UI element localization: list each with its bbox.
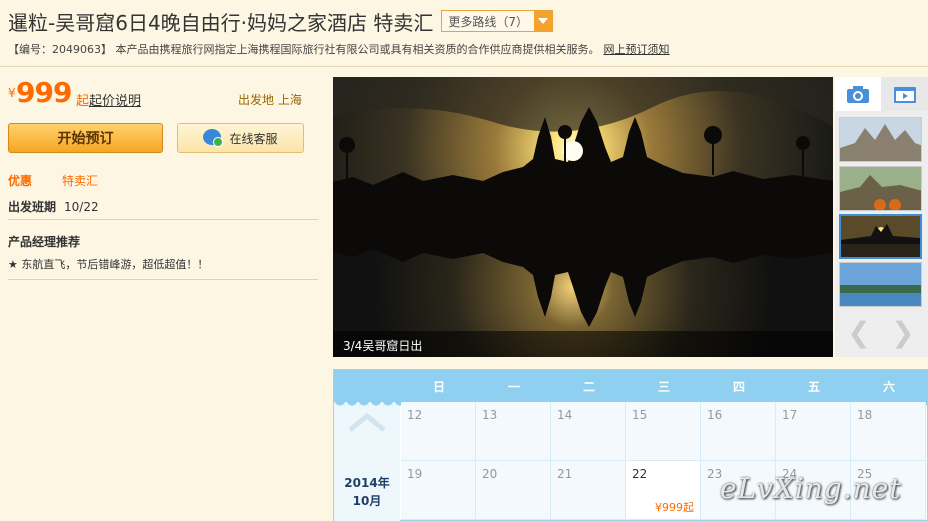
calendar-day-price: ¥999起 <box>655 501 694 514</box>
thumbnail-3-active[interactable] <box>839 214 922 259</box>
promo-value[interactable]: 特卖汇 <box>62 174 98 188</box>
calendar-date: 19 <box>407 467 423 481</box>
calendar-date: 12 <box>407 408 423 422</box>
calendar-day: 20 <box>476 461 551 520</box>
schedule-label: 出发班期 <box>8 200 57 214</box>
chevron-down-icon[interactable] <box>534 11 553 31</box>
calendar-month: 10月 <box>352 494 382 508</box>
thumbnail-image <box>840 167 921 210</box>
next-thumbnail-button[interactable]: ❯ <box>883 316 923 349</box>
more-routes-dropdown[interactable]: 更多路线（7） <box>441 10 554 32</box>
calendar-day: 19 <box>401 461 476 520</box>
calendar-day: 13 <box>476 402 551 461</box>
thumbnail-image <box>840 118 921 161</box>
weekday-label: 二 <box>582 380 595 394</box>
schedule-value: 10/22 <box>64 200 99 214</box>
price-suffix: 起 <box>76 94 90 109</box>
schedule-row: 出发班期 10/22 <box>8 198 99 215</box>
divider <box>0 66 928 67</box>
thumbnail-1[interactable] <box>839 117 922 162</box>
divider <box>8 219 318 220</box>
start-booking-button[interactable]: 开始预订 <box>8 123 163 153</box>
weekday-label: 日 <box>432 380 445 394</box>
weekday-label: 一 <box>507 380 520 394</box>
price-amount: 999 <box>16 76 72 109</box>
thumbnail-4[interactable] <box>839 262 922 307</box>
calendar-date: 14 <box>557 408 573 422</box>
main-photo[interactable]: 3/4吴哥窟日出 <box>333 77 833 357</box>
title-row: 暹粒-吴哥窟6日4晚自由行·妈妈之家酒店 特卖汇 更多路线（7） <box>8 8 554 35</box>
video-icon <box>893 87 916 103</box>
calendar-year: 2014年 <box>344 476 390 490</box>
calendar-day: 17 <box>776 402 851 461</box>
calendar-month-label: 2014年 10月 <box>334 474 400 510</box>
weekday-label: 五 <box>807 380 820 394</box>
more-routes-label: 更多路线（7） <box>448 14 529 29</box>
video-tab[interactable] <box>881 77 928 111</box>
photo-tab[interactable] <box>835 77 881 111</box>
thumbnail-2[interactable] <box>839 166 922 211</box>
calendar-day: 18 <box>851 402 926 461</box>
calendar-day: 14 <box>551 402 626 461</box>
recommendation-text: ★ 东航直飞，节后错峰游，超低超值！！ <box>8 258 209 271</box>
recommendation-title: 产品经理推荐 <box>8 235 81 249</box>
angkor-sunrise-image <box>333 77 833 357</box>
calendar-date: 13 <box>482 408 498 422</box>
product-id-text: 【编号：2049063】 本产品由携程旅行网指定上海携程国际旅行社有限公司或具有… <box>8 43 600 56</box>
calendar-weekday-header: 日 一 二 三 四 五 六 <box>334 370 928 402</box>
product-subtitle: 【编号：2049063】 本产品由携程旅行网指定上海携程国际旅行社有限公司或具有… <box>8 41 669 57</box>
calendar-date: 15 <box>632 408 648 422</box>
price-row: ¥ 999 起 起价说明 出发地 上海 <box>8 76 318 109</box>
calendar-day-available[interactable]: 22 ¥999起 <box>626 461 701 520</box>
calendar-day: 12 <box>401 402 476 461</box>
calendar-date: 21 <box>557 467 573 481</box>
page-title: 暹粒-吴哥窟6日4晚自由行·妈妈之家酒店 特卖汇 <box>8 10 434 35</box>
weekday-label: 六 <box>882 380 895 394</box>
chat-icon <box>203 129 225 147</box>
price-note-link[interactable]: 起价说明 <box>89 90 141 109</box>
currency-symbol: ¥ <box>8 86 16 100</box>
calendar-day: 21 <box>551 461 626 520</box>
thumbnail-image <box>840 263 921 306</box>
weekday-label: 四 <box>732 380 745 394</box>
departure-city: 出发地 上海 <box>238 93 302 107</box>
thumbnail-image <box>841 216 920 257</box>
chevron-up-icon[interactable] <box>348 412 386 432</box>
calendar-date: 17 <box>782 408 798 422</box>
thumbnail-strip: ❮ ❯ <box>835 77 928 357</box>
prev-thumbnail-button[interactable]: ❮ <box>839 316 879 349</box>
divider <box>8 279 318 280</box>
online-service-button[interactable]: 在线客服 <box>177 123 304 153</box>
calendar-date: 22 <box>632 467 648 481</box>
calendar-date: 16 <box>707 408 723 422</box>
calendar-date: 20 <box>482 467 498 481</box>
promo-row: 优惠 特卖汇 <box>8 172 98 189</box>
weekday-label: 三 <box>657 380 670 394</box>
calendar-day: 16 <box>701 402 776 461</box>
watermark: eLvXing.net <box>720 472 902 505</box>
photo-caption: 3/4吴哥窟日出 <box>333 331 833 357</box>
calendar-date: 18 <box>857 408 873 422</box>
calendar-day: 15 <box>626 402 701 461</box>
camera-icon <box>847 86 869 103</box>
promo-label: 优惠 <box>8 174 33 188</box>
online-service-label: 在线客服 <box>229 131 278 146</box>
calendar-month-column: 2014年 10月 <box>334 402 400 521</box>
booking-notice-link[interactable]: 网上预订须知 <box>603 43 669 56</box>
